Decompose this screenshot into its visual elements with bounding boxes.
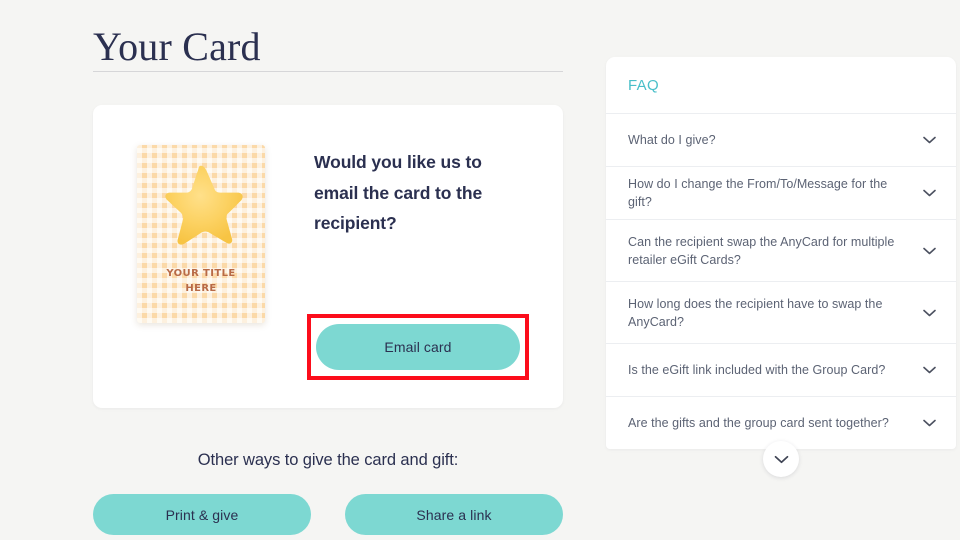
email-card-button[interactable]: Email card: [316, 324, 520, 370]
chevron-down-icon[interactable]: [923, 189, 936, 197]
faq-header: FAQ: [628, 76, 659, 94]
other-ways-buttons: Print & give Share a link: [93, 494, 563, 535]
faq-question-label: How do I change the From/To/Message for …: [628, 177, 888, 209]
chevron-down-icon[interactable]: [923, 366, 936, 374]
chevron-down-icon: [774, 455, 788, 463]
chevron-down-icon[interactable]: [923, 309, 936, 317]
chevron-down-icon[interactable]: [923, 136, 936, 144]
page-root: Your Card YOUR TITLE HERE Would you like…: [0, 0, 960, 540]
print-and-give-button[interactable]: Print & give: [93, 494, 311, 535]
faq-question-label: Is the eGift link included with the Grou…: [628, 363, 886, 377]
card-preview-title: YOUR TITLE HERE: [137, 266, 265, 296]
chevron-down-icon[interactable]: [923, 247, 936, 255]
share-a-link-button[interactable]: Share a link: [345, 494, 563, 535]
faq-item-4[interactable]: Is the eGift link included with the Grou…: [606, 343, 956, 396]
faq-item-3[interactable]: How long does the recipient have to swap…: [606, 281, 956, 343]
card-preview-title-line2: HERE: [185, 283, 217, 294]
faq-item-0[interactable]: What do I give?: [606, 113, 956, 166]
faq-panel: FAQ What do I give? How do I change the …: [606, 57, 956, 449]
faq-question-label: How long does the recipient have to swap…: [628, 296, 883, 329]
page-title: Your Card: [93, 23, 261, 69]
card-question-heading: Would you like us to email the card to t…: [314, 152, 483, 233]
chevron-down-icon[interactable]: [923, 419, 936, 427]
faq-item-2[interactable]: Can the recipient swap the AnyCard for m…: [606, 219, 956, 281]
faq-item-1[interactable]: How do I change the From/To/Message for …: [606, 166, 956, 219]
star-icon: [165, 165, 243, 245]
faq-show-more-button[interactable]: [763, 441, 799, 477]
faq-question-label: Are the gifts and the group card sent to…: [628, 416, 889, 430]
faq-question-label: What do I give?: [628, 133, 716, 147]
other-ways-label: Other ways to give the card and gift:: [197, 451, 459, 469]
card-preview-title-line1: YOUR TITLE: [166, 268, 236, 279]
card-preview-thumbnail[interactable]: YOUR TITLE HERE: [137, 145, 265, 323]
title-divider: [93, 71, 563, 72]
faq-question-label: Can the recipient swap the AnyCard for m…: [628, 234, 895, 267]
